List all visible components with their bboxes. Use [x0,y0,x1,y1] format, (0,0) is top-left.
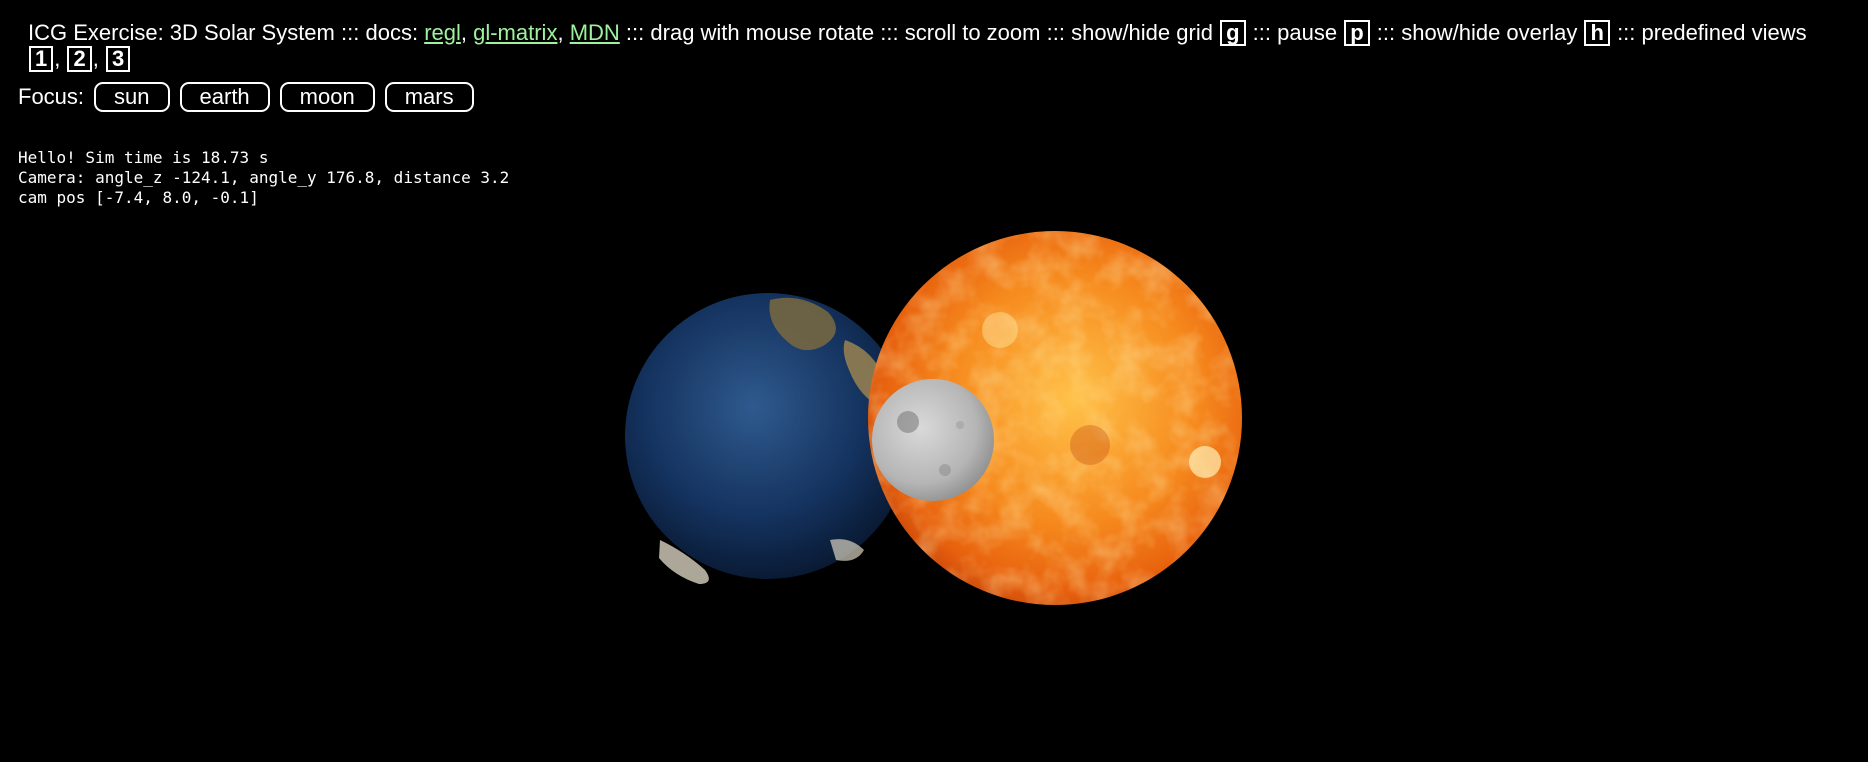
key-view-3: 3 [105,46,131,72]
focus-earth-button[interactable]: earth [179,82,270,112]
debug-overlay: Hello! Sim time is 18.73 s Camera: angle_… [18,148,509,208]
separator: ::: [1376,20,1396,45]
focus-moon-button[interactable]: moon [279,82,375,112]
hint-grid: show/hide grid [1071,20,1213,45]
hint-scroll-zoom: scroll to zoom [904,20,1041,45]
focus-bar: Focus: sun earth moon mars [18,82,474,112]
camera-angles-text: Camera: angle_z -124.1, angle_y 176.8, d… [18,168,510,187]
link-gl-matrix[interactable]: gl-matrix [473,20,557,45]
focus-sun-button[interactable]: sun [94,82,170,112]
webgl-canvas[interactable] [0,200,1868,762]
hint-views: predefined views [1641,20,1807,45]
separator: ::: [341,20,360,45]
focus-label: Focus: [18,84,85,109]
separator: ::: [1617,20,1636,45]
focus-mars-button[interactable]: mars [384,82,474,112]
key-view-2: 2 [67,46,92,72]
link-mdn[interactable]: MDN [570,20,620,45]
hint-pause: pause [1277,20,1338,45]
link-regl[interactable]: regl [424,20,461,45]
scene-viewport [0,200,1868,762]
key-grid: g [1220,20,1246,46]
header-bar: ICG Exercise: 3D Solar System ::: docs: … [28,20,1807,72]
key-overlay: h [1584,20,1610,46]
sim-time-text: Hello! Sim time is 18.73 s [18,148,269,167]
key-view-1: 1 [29,46,54,72]
separator: ::: [880,20,899,45]
key-pause: p [1344,20,1370,46]
docs-label: docs: [365,20,419,45]
hint-overlay: show/hide overlay [1401,20,1578,45]
hint-drag-rotate: drag with mouse rotate [650,20,875,45]
separator: ::: [1046,20,1065,45]
separator: ::: [1252,20,1271,45]
app-title: ICG Exercise: 3D Solar System [28,20,335,45]
separator: ::: [625,20,645,45]
